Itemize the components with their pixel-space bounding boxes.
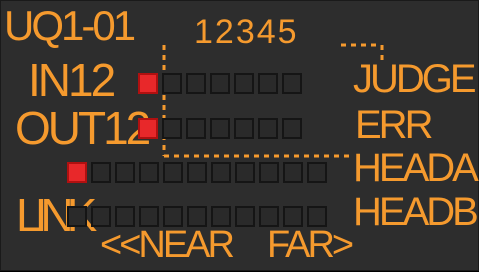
head-a-label: HEADA — [353, 146, 479, 190]
link-indicator-2 — [91, 206, 111, 227]
unit-title: UQ1-01 — [4, 2, 136, 49]
out-indicator-3 — [186, 118, 206, 139]
in-indicator-5 — [234, 73, 254, 94]
link-indicator-3 — [115, 206, 135, 227]
head-a-indicator-3 — [115, 162, 135, 183]
link-indicator-11 — [307, 206, 327, 227]
head-a-indicator-5 — [163, 162, 183, 183]
in-indicator-4 — [210, 73, 230, 94]
status-panel: UQ1-01 12345 IN12 OUT12 LINK JUDGE ERR H… — [0, 0, 479, 271]
far-label: FAR> — [267, 224, 354, 266]
head-a-indicator-7 — [211, 162, 231, 183]
head-a-indicator-11 — [307, 162, 327, 183]
link-indicator-6 — [187, 206, 207, 227]
in-row-label: IN12 — [28, 54, 116, 106]
in-indicator-7 — [282, 73, 302, 94]
head-a-indicator-8 — [235, 162, 255, 183]
head-a-indicator-1 — [67, 162, 87, 183]
out-indicator-1 — [138, 118, 158, 139]
link-indicator-1 — [67, 206, 87, 227]
head-b-label: HEADB — [353, 190, 479, 234]
link-indicator-5 — [163, 206, 183, 227]
out-indicator-4 — [210, 118, 230, 139]
in-indicator-3 — [186, 73, 206, 94]
near-label: <<NEAR — [100, 224, 235, 266]
in-indicator-2 — [162, 73, 182, 94]
head-a-indicator-2 — [91, 162, 111, 183]
out-indicator-7 — [282, 118, 302, 139]
link-indicator-10 — [283, 206, 303, 227]
out-indicator-5 — [234, 118, 254, 139]
err-label: ERR — [355, 103, 433, 147]
in-indicator-1 — [138, 73, 158, 94]
out-row-label: OUT12 — [15, 102, 151, 154]
link-indicator-7 — [211, 206, 231, 227]
link-indicator-4 — [139, 206, 159, 227]
head-a-indicator-10 — [283, 162, 303, 183]
head-a-indicator-6 — [187, 162, 207, 183]
link-indicator-8 — [235, 206, 255, 227]
head-a-indicator-9 — [259, 162, 279, 183]
port-numbers: 12345 — [194, 13, 299, 51]
out-indicator-6 — [258, 118, 278, 139]
judge-label: JUDGE — [353, 57, 477, 101]
in-indicator-6 — [258, 73, 278, 94]
link-indicator-9 — [259, 206, 279, 227]
out-indicator-2 — [162, 118, 182, 139]
head-a-indicator-4 — [139, 162, 159, 183]
